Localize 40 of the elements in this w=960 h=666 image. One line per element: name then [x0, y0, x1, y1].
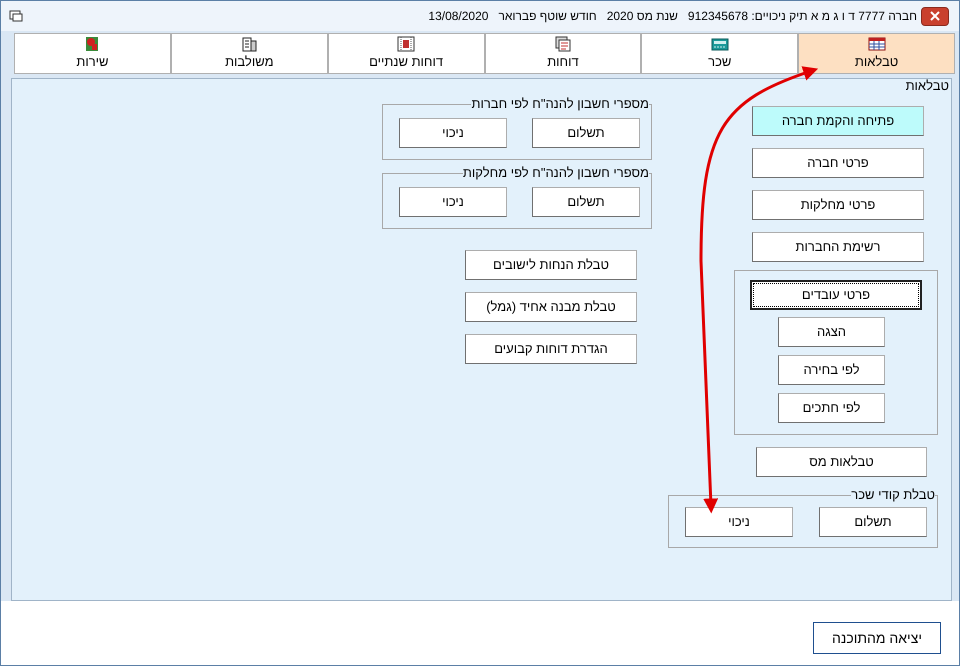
- tab[interactable]: דוחות: [484, 33, 642, 74]
- tab[interactable]: משולבות: [170, 33, 328, 74]
- action-button[interactable]: ניכוי: [685, 507, 793, 537]
- exit-button[interactable]: יציאה מהתוכנה: [813, 622, 941, 654]
- window-title: שנת מס 2020: [606, 8, 678, 25]
- group-title: טבלת קודי שכר: [851, 488, 935, 502]
- action-button[interactable]: פרטי מחלקות: [752, 190, 924, 220]
- action-button[interactable]: פתיחה והקמת חברה: [752, 106, 924, 136]
- panel-title: טבלאות: [906, 79, 949, 93]
- building-icon: [240, 36, 258, 52]
- action-button[interactable]: טבלת מבנה אחיד (גמל): [465, 292, 637, 322]
- action-button[interactable]: תשלום: [532, 187, 640, 217]
- action-button[interactable]: טבלת הנחות לישובים: [465, 250, 637, 280]
- action-button[interactable]: ניכוי: [399, 187, 507, 217]
- calculator-icon: [710, 36, 729, 52]
- action-button[interactable]: לפי בחירה: [778, 355, 885, 385]
- tab[interactable]: דוחות שנתיים: [328, 33, 485, 74]
- tab[interactable]: טבלאות: [798, 33, 955, 74]
- group-title: מספרי חשבון להנה"ח לפי חברות: [471, 97, 649, 111]
- close-icon: [930, 11, 940, 21]
- window-title: חודש שוטף פברואר: [498, 8, 597, 25]
- action-button[interactable]: הצגה: [778, 317, 885, 347]
- action-button[interactable]: הגדרת דוחות קבועים: [465, 334, 637, 364]
- window-title: 13/08/2020: [428, 8, 488, 25]
- action-button[interactable]: פרטי חברה: [752, 148, 924, 178]
- close-button[interactable]: [921, 6, 949, 26]
- action-button[interactable]: ניכוי: [399, 118, 507, 148]
- tab[interactable]: שכר: [641, 33, 798, 74]
- action-button[interactable]: פרטי עובדים: [750, 280, 922, 310]
- documents-icon: [554, 36, 572, 52]
- group-title: מספרי חשבון להנה"ח לפי מחלקות: [462, 166, 649, 180]
- app-icon: [9, 10, 23, 22]
- action-button[interactable]: לפי חתכים: [778, 393, 885, 423]
- table-icon: [868, 36, 886, 52]
- action-button[interactable]: רשימת החברות: [752, 232, 924, 262]
- window-title: חברה 7777 ד ו ג מ א תיק ניכויים: 912345678: [688, 8, 917, 25]
- action-button[interactable]: תשלום: [532, 118, 640, 148]
- tab[interactable]: שירות: [14, 33, 171, 74]
- action-button[interactable]: תשלום: [819, 507, 927, 537]
- action-button[interactable]: טבלאות מס: [756, 447, 927, 477]
